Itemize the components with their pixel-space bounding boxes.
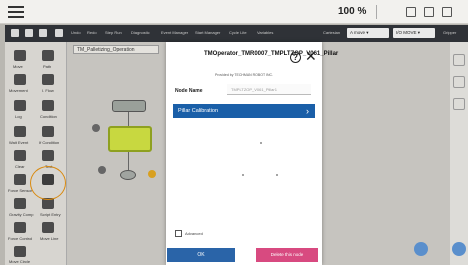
ok-button[interactable]: OK <box>167 248 235 262</box>
top-app-bar: 100 % <box>0 0 468 24</box>
node-palette: Move Path Movement I. Flow Log Condition… <box>5 42 67 265</box>
palette-label: If Condition <box>39 140 60 145</box>
stop-icon[interactable] <box>25 29 33 37</box>
project-tab[interactable]: TM_Palletizing_Operation <box>73 45 159 54</box>
force-sensor-node-icon[interactable] <box>14 174 26 185</box>
zoom-level: 100 % <box>338 6 367 17</box>
help-icon[interactable]: ? <box>290 52 301 63</box>
advanced-checkbox[interactable] <box>175 230 182 237</box>
chevron-right-icon: › <box>306 106 309 116</box>
toolbar-redo[interactable]: Redo <box>87 30 97 35</box>
rail-icon[interactable] <box>453 54 465 66</box>
menu-icon[interactable] <box>8 6 24 18</box>
pillar-calibration-button[interactable]: Pillar Calibration › <box>173 104 315 118</box>
move-line-node-icon[interactable] <box>42 222 54 233</box>
palette-label: Wait Event <box>9 140 29 145</box>
toolbar-variables[interactable]: Variables <box>257 30 273 35</box>
project-label: Cartesian <box>323 30 341 35</box>
force-control-node-icon[interactable] <box>14 222 26 233</box>
gripper-label: Gripper <box>443 30 457 35</box>
node-dialog: TMOperator_TMR0007_TMPLTZOP_V061_Pillar … <box>166 42 339 265</box>
rail-icon[interactable] <box>453 98 465 110</box>
palette-label: Force Sensor <box>8 188 33 193</box>
node-name-label: Node Name <box>175 88 203 94</box>
flow-connector <box>128 112 129 126</box>
zoom-out-icon[interactable] <box>452 242 466 256</box>
flow-toolbar: Undo Redo Step Run Diagnostic Event Mana… <box>5 25 468 42</box>
loading-dot <box>276 174 278 176</box>
power-icon[interactable] <box>442 7 452 17</box>
palette-label: Move Circle <box>9 259 31 264</box>
rail-icon[interactable] <box>453 76 465 88</box>
window-icon[interactable] <box>406 7 416 17</box>
io-dropdown[interactable]: I/O MOVE ▾ <box>393 28 435 38</box>
delete-node-button[interactable]: Delete this node <box>256 248 318 262</box>
toolbar-cycle[interactable]: Cycle Lite <box>229 30 247 35</box>
advanced-label: Advanced <box>185 231 203 236</box>
condition-node-icon[interactable] <box>42 100 54 111</box>
palette-label: Condition <box>40 114 57 119</box>
toolbar-undo[interactable]: Undo <box>71 30 81 35</box>
loading-dot <box>260 142 262 144</box>
dialog-title: TMOperator_TMR0007_TMPLTZOP_V061_Pillar <box>204 51 339 57</box>
log-node-icon[interactable] <box>14 100 26 111</box>
loading-dot <box>242 174 244 176</box>
open-icon[interactable] <box>55 29 63 37</box>
path-node-icon[interactable] <box>42 50 54 61</box>
movement-node-icon[interactable] <box>14 74 26 85</box>
palette-label: I. Flow <box>42 88 54 93</box>
close-icon[interactable]: ✕ <box>305 49 317 63</box>
palette-label: Log <box>15 114 22 119</box>
right-rail <box>450 42 468 265</box>
palette-label: Move <box>13 64 23 69</box>
end-node[interactable] <box>120 170 136 180</box>
palette-label: Force Control <box>8 236 33 241</box>
wait-node-icon[interactable] <box>14 126 26 137</box>
palette-label: Clear <box>15 164 25 169</box>
palette-label: Gravity Comp <box>9 212 34 217</box>
dialog-subtitle: Provided by TECHMAN ROBOT INC. <box>214 73 274 77</box>
highlight-circle <box>30 166 66 200</box>
start-node[interactable] <box>112 100 146 112</box>
info-icon[interactable] <box>424 7 434 17</box>
save-icon[interactable] <box>39 29 47 37</box>
palette-label: Move Line <box>40 236 59 241</box>
move-circle-node-icon[interactable] <box>14 246 26 257</box>
zoom-in-icon[interactable] <box>414 242 428 256</box>
palette-label: Path <box>43 64 52 69</box>
node-name-input[interactable]: TMPLTZOP_V061_Pillar1 <box>227 84 311 95</box>
toolbar-start-manager[interactable]: Start Manager <box>195 30 220 35</box>
pass-dot <box>92 124 100 132</box>
palette-label: Script Entry <box>40 212 61 217</box>
warning-dot <box>148 170 156 178</box>
move-node-icon[interactable] <box>14 50 26 61</box>
toolbar-event-manager[interactable]: Event Manager <box>161 30 188 35</box>
text-node-icon[interactable] <box>42 150 54 161</box>
pillar-calibration-label: Pillar Calibration <box>178 108 219 114</box>
run-icon[interactable] <box>11 29 19 37</box>
gravity-node-icon[interactable] <box>14 198 26 209</box>
flow-node-icon[interactable] <box>42 74 54 85</box>
toolbar-diagnostic[interactable]: Diagnostic <box>131 30 150 35</box>
toolbar-step-run[interactable]: Step Run <box>105 30 122 35</box>
pallet-flow-node[interactable] <box>108 126 152 152</box>
clear-node-icon[interactable] <box>14 150 26 161</box>
flow-connector <box>128 152 129 170</box>
if-node-icon[interactable] <box>42 126 54 137</box>
move-dropdown[interactable]: A move ▾ <box>347 28 389 38</box>
palette-label: Movement <box>9 88 28 93</box>
divider <box>376 5 377 19</box>
fail-dot <box>98 166 106 174</box>
